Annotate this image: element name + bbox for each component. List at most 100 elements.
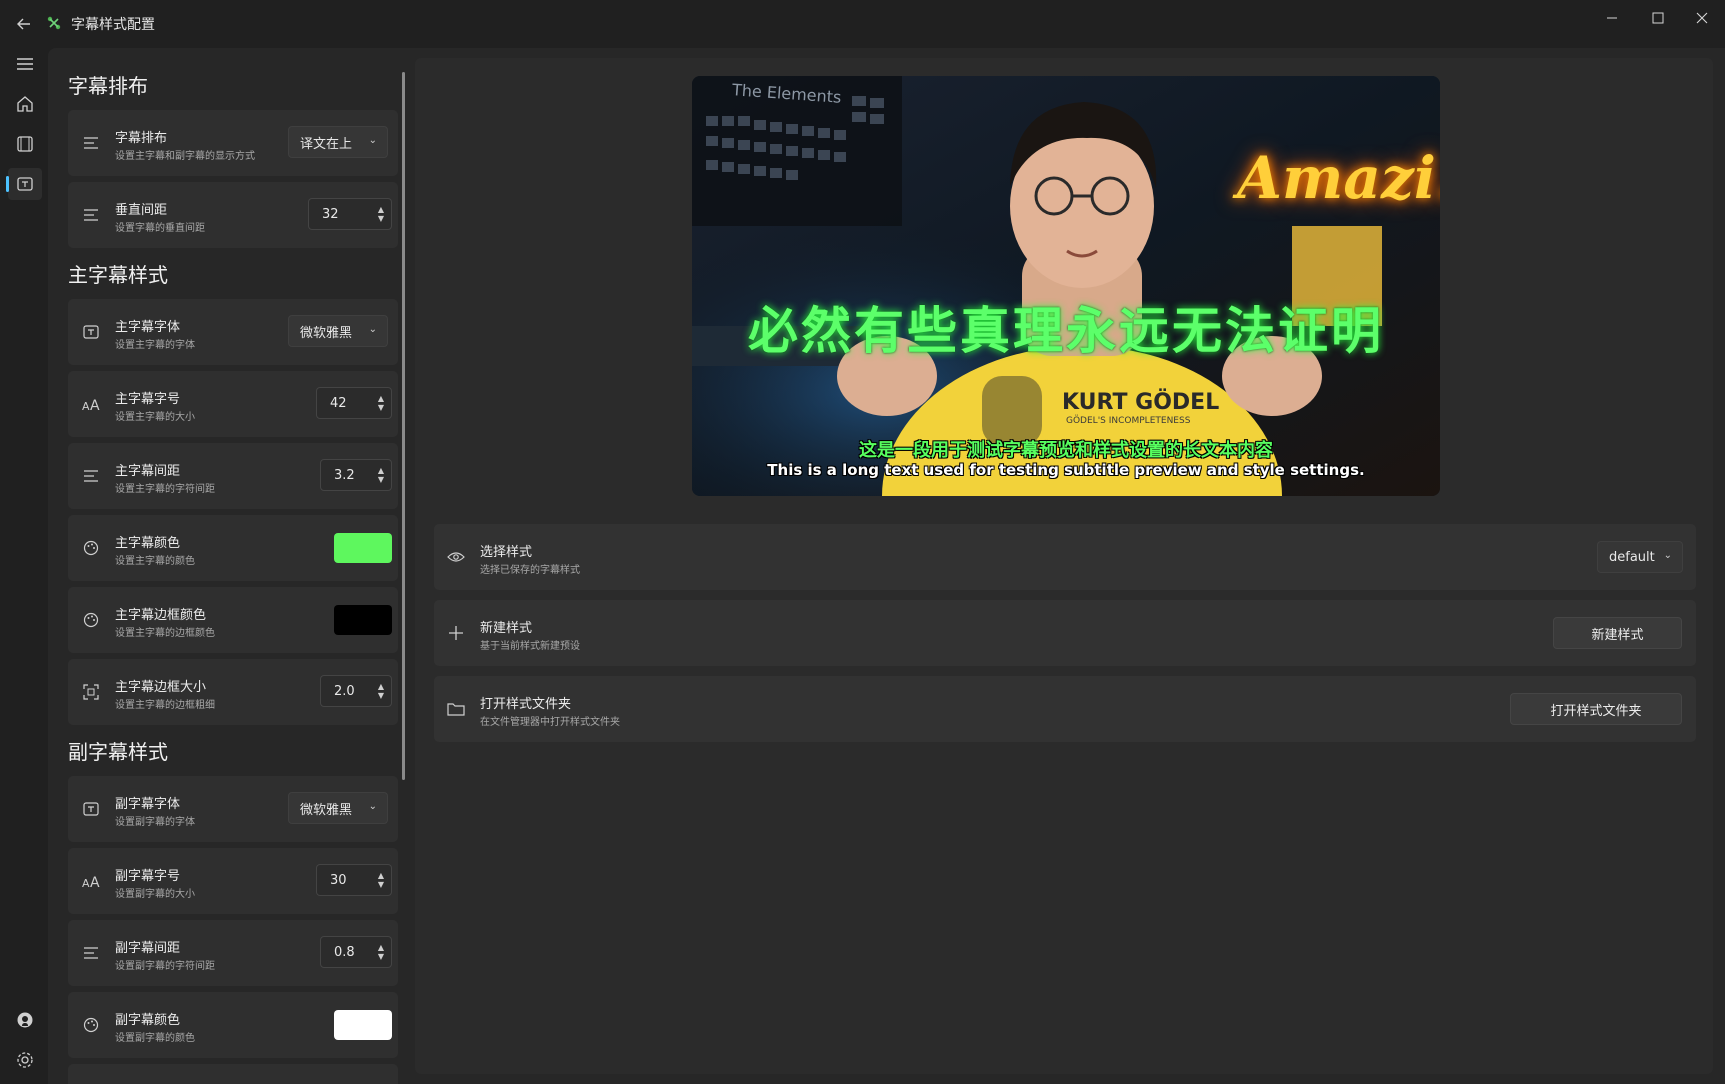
neon-sign-text: Amazi.n <box>1237 144 1440 212</box>
text-box-icon <box>82 800 100 818</box>
svg-text:A: A <box>82 877 90 888</box>
sub-spacing-spinner[interactable]: 0.8 ▲ ▼ <box>320 936 392 968</box>
setting-desc: 设置主字幕的边框颜色 <box>115 628 215 639</box>
align-left-icon <box>82 206 100 224</box>
row-desc: 在文件管理器中打开样式文件夹 <box>480 717 620 728</box>
dropdown-value: 微软雅黑 <box>300 325 353 341</box>
settings-scrollbar[interactable] <box>402 72 405 780</box>
sub-font-dropdown[interactable]: 微软雅黑 ⌄ <box>288 792 388 824</box>
arrow-left-icon[interactable] <box>12 12 36 36</box>
settings-column: 字幕排布 字幕排布 设置主字幕和副字幕的显示方式 译文在上 ⌄ 垂直间距 设置字… <box>58 56 406 1084</box>
settings-icon[interactable] <box>8 1044 42 1076</box>
layout-dropdown[interactable]: 译文在上 ⌄ <box>288 126 388 158</box>
chevron-down-icon: ⌄ <box>368 801 377 812</box>
main-spacing-spinner[interactable]: 3.2 ▲ ▼ <box>320 459 392 491</box>
spinner-value: 0.8 <box>334 944 355 960</box>
font-size-icon: AA <box>82 395 100 413</box>
setting-desc: 设置副字幕的字体 <box>115 817 195 828</box>
app-logo-icon <box>46 15 62 31</box>
spinner-value: 30 <box>330 872 347 888</box>
row-label: 打开样式文件夹 <box>480 697 572 712</box>
open-folder-row: 打开样式文件夹 在文件管理器中打开样式文件夹 打开样式文件夹 <box>434 676 1696 742</box>
setting-main-size: AA 主字幕字号 设置主字幕的大小 42 ▲ ▼ <box>68 371 398 437</box>
section-title-main: 主字幕样式 <box>68 263 168 287</box>
spinner-value: 32 <box>322 206 339 222</box>
setting-sub-color: 副字幕颜色 设置副字幕的颜色 <box>68 992 398 1058</box>
setting-label: 字幕排布 <box>115 131 168 146</box>
plus-icon <box>446 623 466 643</box>
open-folder-button[interactable]: 打开样式文件夹 <box>1510 693 1682 725</box>
spinner-arrows-icon[interactable]: ▲ ▼ <box>378 871 384 889</box>
navigation-rail <box>0 48 48 1084</box>
maximize-icon[interactable] <box>1635 4 1681 32</box>
github-icon[interactable] <box>8 1004 42 1036</box>
setting-label: 副字幕颜色 <box>115 1013 181 1028</box>
setting-label: 副字幕间距 <box>115 941 181 956</box>
preview-scene <box>692 76 1440 496</box>
preview-main-subtitle: 必然有些真理永远无法证明 <box>748 302 1384 360</box>
new-style-button[interactable]: 新建样式 <box>1553 617 1682 649</box>
spinner-arrows-icon[interactable]: ▲ ▼ <box>378 466 384 484</box>
spinner-arrows-icon[interactable]: ▲ ▼ <box>378 394 384 412</box>
subtitle-icon[interactable] <box>8 168 42 200</box>
align-left-icon <box>82 944 100 962</box>
close-icon[interactable] <box>1679 4 1725 32</box>
spinner-value: 3.2 <box>334 467 355 483</box>
main-border-color-swatch[interactable] <box>334 605 392 635</box>
eye-icon <box>446 547 466 567</box>
setting-desc: 设置副字幕的字符间距 <box>115 961 215 972</box>
chevron-down-icon: ⌄ <box>368 135 377 146</box>
spinner-arrows-icon[interactable]: ▲ ▼ <box>378 682 384 700</box>
main-font-dropdown[interactable]: 微软雅黑 ⌄ <box>288 315 388 347</box>
sub-color-swatch[interactable] <box>334 1010 392 1040</box>
setting-label: 主字幕颜色 <box>115 536 181 551</box>
spinner-value: 2.0 <box>334 683 355 699</box>
svg-text:A: A <box>90 398 100 411</box>
spinner-arrows-icon[interactable]: ▲ ▼ <box>378 943 384 961</box>
row-desc: 基于当前样式新建预设 <box>480 641 580 652</box>
setting-desc: 设置副字幕的大小 <box>115 889 195 900</box>
home-icon[interactable] <box>8 88 42 120</box>
vspace-spinner[interactable]: 32 ▲ ▼ <box>308 198 392 230</box>
setting-layout: 字幕排布 设置主字幕和副字幕的显示方式 译文在上 ⌄ <box>68 110 398 176</box>
preview-original-line: This is a long text used for testing sub… <box>767 461 1365 479</box>
setting-label: 副字幕字号 <box>115 869 181 884</box>
section-title-sub: 副字幕样式 <box>68 740 168 764</box>
main-border-size-spinner[interactable]: 2.0 ▲ ▼ <box>320 675 392 707</box>
setting-label: 垂直间距 <box>115 203 168 218</box>
palette-icon <box>82 1016 100 1034</box>
row-label: 新建样式 <box>480 621 533 636</box>
chevron-down-icon: ⌄ <box>1663 550 1672 561</box>
setting-main-border-color: 主字幕边框颜色 设置主字幕的边框颜色 <box>68 587 398 653</box>
minimize-icon[interactable] <box>1589 4 1635 32</box>
active-nav-indicator <box>6 176 9 192</box>
spinner-arrows-icon[interactable]: ▲ ▼ <box>378 205 384 223</box>
main-color-swatch[interactable] <box>334 533 392 563</box>
palette-icon <box>82 611 100 629</box>
setting-desc: 设置字幕的垂直间距 <box>115 223 205 234</box>
menu-icon[interactable] <box>8 48 42 80</box>
dropdown-value: 译文在上 <box>300 136 353 152</box>
main-size-spinner[interactable]: 42 ▲ ▼ <box>316 387 392 419</box>
row-desc: 选择已保存的字幕样式 <box>480 565 580 576</box>
dropdown-value: default <box>1609 549 1655 565</box>
row-label: 选择样式 <box>480 545 533 560</box>
spinner-value: 42 <box>330 395 347 411</box>
align-left-icon <box>82 134 100 152</box>
setting-desc: 设置主字幕的颜色 <box>115 556 195 567</box>
window-title: 字幕样式配置 <box>71 17 155 33</box>
film-icon[interactable] <box>8 128 42 160</box>
setting-desc: 设置副字幕的颜色 <box>115 1033 195 1044</box>
title-bar: 字幕样式配置 <box>0 0 1725 48</box>
select-style-row: 选择样式 选择已保存的字幕样式 default ⌄ <box>434 524 1696 590</box>
folder-icon <box>446 699 466 719</box>
setting-main-border-size: 主字幕边框大小 设置主字幕的边框粗细 2.0 ▲ ▼ <box>68 659 398 725</box>
setting-main-font: 主字幕字体 设置主字幕的字体 微软雅黑 ⌄ <box>68 299 398 365</box>
palette-icon <box>82 539 100 557</box>
style-select-dropdown[interactable]: default ⌄ <box>1597 541 1683 573</box>
setting-label: 副字幕字体 <box>115 797 181 812</box>
setting-label: 主字幕字体 <box>115 320 181 335</box>
text-box-icon <box>82 323 100 341</box>
sub-size-spinner[interactable]: 30 ▲ ▼ <box>316 864 392 896</box>
setting-desc: 设置主字幕的字体 <box>115 340 195 351</box>
